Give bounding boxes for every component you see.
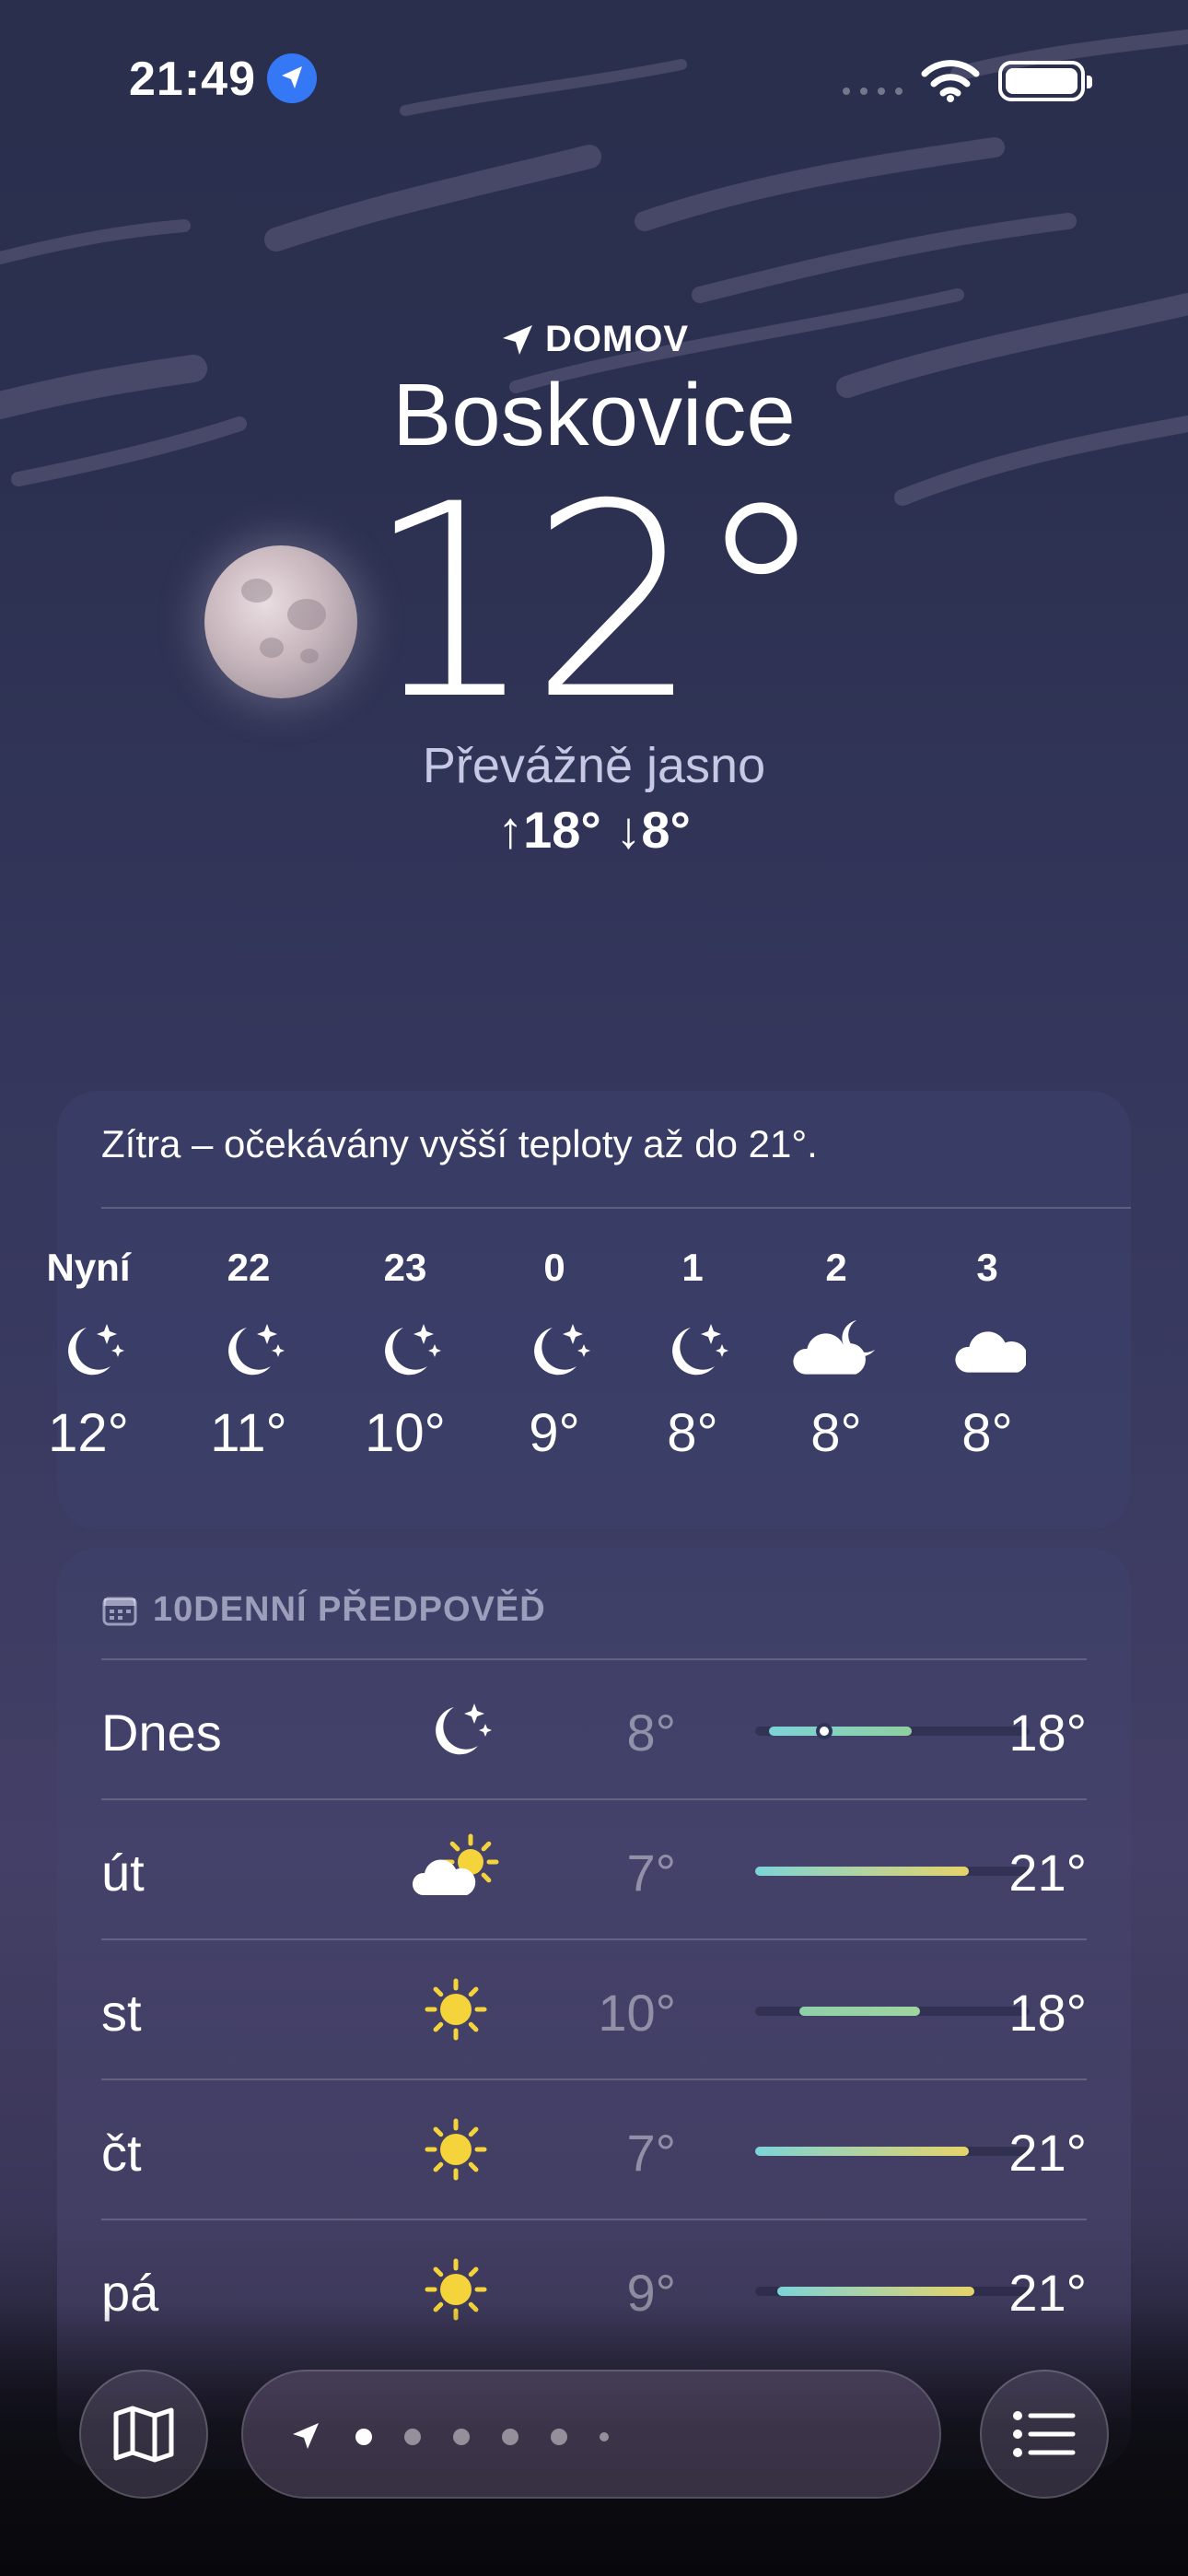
high-low-temperature: ↑18° ↓8° (497, 801, 691, 859)
day-label: st (101, 1984, 142, 2042)
hourly-item: 2 8° (781, 1246, 891, 1464)
battery-icon (998, 61, 1092, 101)
weather-condition: Převážně jasno (422, 738, 766, 793)
hour-label: 3 (976, 1246, 998, 1289)
moon-stars-icon (193, 1308, 304, 1391)
hour-label: 2 (825, 1246, 847, 1289)
hour-label: 22 (227, 1246, 271, 1289)
temperature-range-bar (755, 1867, 970, 1876)
temperature-range-bar (755, 2147, 970, 2156)
map-icon (113, 2406, 174, 2463)
hour-temperature: 12° (48, 1403, 129, 1463)
map-button[interactable] (79, 2370, 208, 2499)
forecast-note: Zítra – očekávány vyšší teploty až do 21… (101, 1122, 818, 1165)
moon-stars-icon (499, 1308, 610, 1391)
current-temperature-marker (815, 1723, 833, 1739)
divider (101, 1207, 1131, 1209)
moon-stars-icon (405, 1688, 507, 1771)
page-dot[interactable] (502, 2429, 518, 2445)
hourly-forecast-card[interactable]: Zítra – očekávány vyšší teploty až do 21… (46, 1091, 1131, 1529)
temperature-range-track (755, 2007, 1030, 2016)
temperature-range-bar (768, 1727, 912, 1736)
location-arrow-icon (267, 53, 317, 103)
hourly-item: 0 9° (499, 1246, 610, 1464)
temperature-range-bar (776, 2287, 975, 2296)
page-dot[interactable] (600, 2432, 609, 2441)
hour-temperature: 10° (365, 1403, 446, 1463)
sun-icon (405, 2108, 507, 2191)
cloud-sun-icon (405, 1828, 507, 1911)
hour-label: 1 (681, 1246, 704, 1289)
hourly-item: Nyní 12° (33, 1246, 144, 1464)
daily-forecast-row[interactable]: út 7° 21° (101, 1798, 1087, 1938)
temperature-range-track (755, 1723, 1030, 1739)
location-arrow-icon (502, 324, 532, 355)
daily-forecast-row[interactable]: st 10° 18° (101, 1938, 1087, 2078)
high-temperature: 21° (1008, 1844, 1087, 1902)
hour-label: Nyní (46, 1246, 131, 1289)
moon-stars-icon (637, 1308, 748, 1391)
page-dot[interactable] (453, 2429, 470, 2445)
page-dot[interactable] (551, 2429, 567, 2445)
ten-day-title-text: 10DENNÍ PŘEDPOVĚĎ (153, 1590, 546, 1629)
hour-label: 23 (383, 1246, 427, 1289)
low-temperature: 7° (626, 1844, 676, 1902)
calendar-icon (102, 1597, 137, 1625)
hour-temperature: 11° (210, 1403, 287, 1463)
hourly-item: 23 10° (350, 1246, 460, 1464)
temperature-range-bar (798, 2007, 920, 2016)
temperature-range-track (755, 1867, 1030, 1876)
low-temperature: 10° (598, 1984, 676, 2042)
hour-temperature: 8° (961, 1403, 1013, 1463)
home-label-text: DOMOV (544, 319, 690, 359)
hour-temperature: 8° (667, 1403, 718, 1463)
page-indicator[interactable] (241, 2370, 941, 2499)
cellular-signal-icon (843, 88, 903, 95)
hour-temperature: 8° (810, 1403, 862, 1463)
day-label: út (101, 1844, 145, 1902)
hour-label: 0 (543, 1246, 565, 1289)
status-time: 21:49 (129, 53, 256, 106)
page-dot[interactable] (355, 2429, 372, 2445)
day-label: Dnes (101, 1704, 222, 1762)
sun-icon (405, 1968, 507, 2051)
moon-stars-icon (350, 1308, 460, 1391)
moon-stars-icon (33, 1308, 144, 1391)
wifi-icon (921, 60, 980, 102)
list-icon (1013, 2411, 1076, 2457)
high-temperature: 18° (1008, 1704, 1087, 1762)
day-label: čt (101, 2124, 142, 2182)
cloud-icon (932, 1308, 1042, 1391)
daily-forecast-row[interactable]: Dnes 8° 18° (101, 1658, 1087, 1798)
location-arrow-icon (293, 2423, 319, 2449)
hour-temperature: 9° (529, 1403, 580, 1463)
locations-list-button[interactable] (980, 2370, 1109, 2499)
low-temperature: 8° (626, 1704, 676, 1762)
hourly-item: 1 8° (637, 1246, 748, 1464)
status-bar: 21:49 (0, 0, 1188, 157)
hourly-item: 3 8° (932, 1246, 1042, 1464)
temperature-range-track (755, 2147, 1030, 2156)
page-dot[interactable] (404, 2429, 421, 2445)
low-temperature: 7° (626, 2124, 676, 2182)
home-location-label: DOMOV (0, 319, 1188, 360)
ten-day-title: 10DENNÍ PŘEDPOVĚĎ (101, 1590, 546, 1630)
high-temperature: 18° (1008, 1984, 1087, 2042)
daily-forecast-row[interactable]: čt 7° 21° (101, 2078, 1087, 2219)
cloud-moon-icon (781, 1308, 891, 1391)
temperature-range-track (755, 2287, 1030, 2296)
high-temperature: 21° (1008, 2124, 1087, 2182)
hourly-item: 22 11° (193, 1246, 304, 1464)
current-temperature: 12° (365, 448, 828, 758)
